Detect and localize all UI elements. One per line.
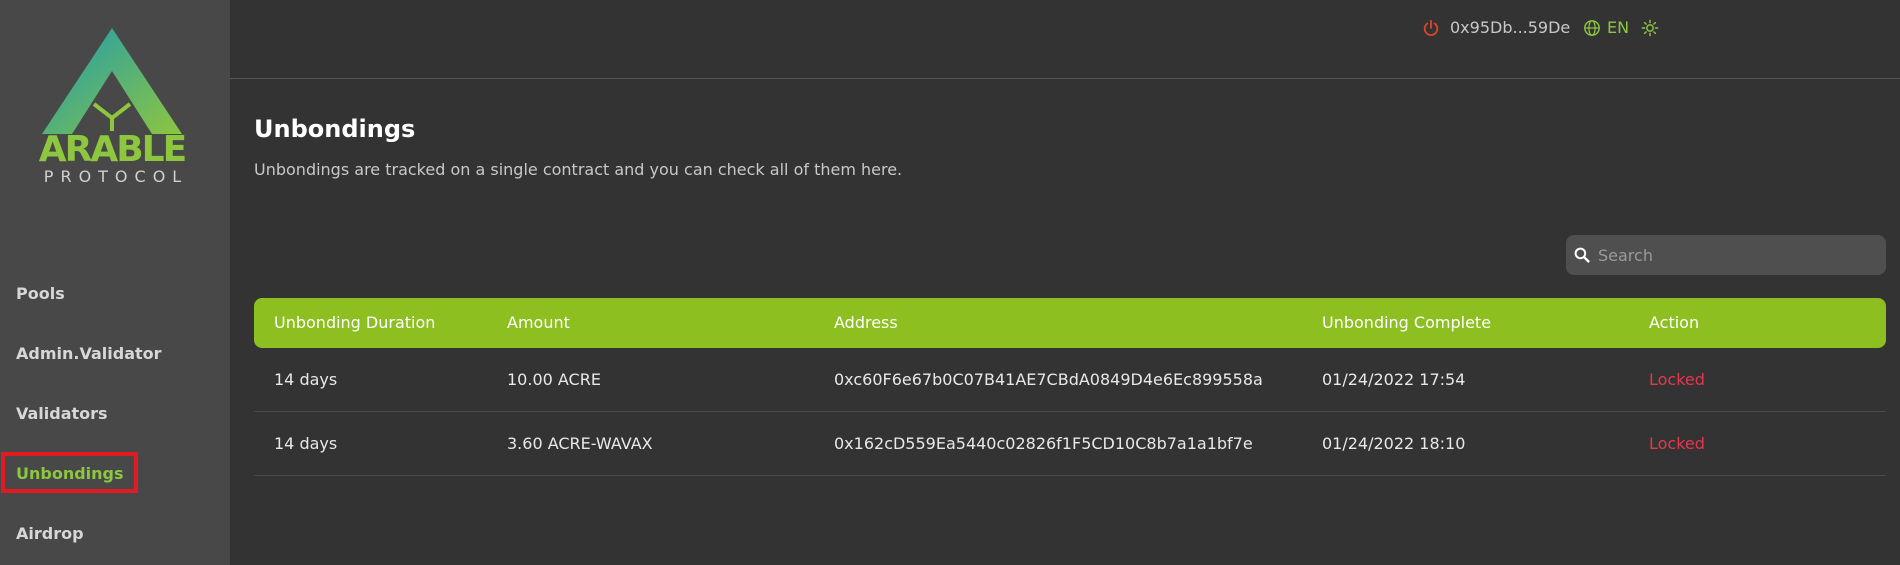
cell-duration: 14 days <box>274 434 338 453</box>
table-header: Unbonding Duration Amount Address Unbond… <box>254 298 1886 348</box>
unbondings-table: Unbonding Duration Amount Address Unbond… <box>254 298 1886 476</box>
language-label: EN <box>1607 18 1630 37</box>
arable-logo[interactable]: ARABLE PROTOCOL <box>32 26 192 186</box>
search-input[interactable] <box>1598 245 1878 265</box>
logo-subtitle: PROTOCOL <box>43 167 189 186</box>
globe-icon <box>1584 19 1600 36</box>
table-row: 14 days 10.00 ACRE 0xc60F6e67b0C07B41AE7… <box>254 348 1886 412</box>
column-header-amount[interactable]: Amount <box>507 313 570 332</box>
sun-icon[interactable] <box>1641 19 1659 37</box>
cell-address: 0x162cD559Ea5440c02826f1F5CD10C8b7a1a1bf… <box>834 434 1253 453</box>
cell-amount: 10.00 ACRE <box>507 370 601 389</box>
column-header-address[interactable]: Address <box>834 313 898 332</box>
column-header-complete[interactable]: Unbonding Complete <box>1322 313 1491 332</box>
wallet-address: 0x95Db...59De <box>1450 18 1571 37</box>
cell-complete: 01/24/2022 18:10 <box>1322 434 1466 453</box>
sidebar-item-pools[interactable]: Pools <box>16 284 65 303</box>
locked-action[interactable]: Locked <box>1649 434 1705 453</box>
sidebar-item-airdrop[interactable]: Airdrop <box>16 524 84 543</box>
search-box[interactable] <box>1566 235 1886 275</box>
sidebar-item-validators[interactable]: Validators <box>16 404 108 423</box>
cell-duration: 14 days <box>274 370 338 389</box>
topbar <box>230 0 1900 79</box>
sidebar-item-admin-validator[interactable]: Admin.Validator <box>16 344 162 363</box>
sidebar: ARABLE PROTOCOL Pools Admin.Validator Va… <box>0 0 230 565</box>
locked-action[interactable]: Locked <box>1649 370 1705 389</box>
search-icon <box>1574 247 1590 263</box>
language-selector[interactable]: EN <box>1583 18 1659 37</box>
power-icon <box>1423 19 1439 36</box>
column-header-action[interactable]: Action <box>1649 313 1699 332</box>
page-description: Unbondings are tracked on a single contr… <box>254 160 903 179</box>
cell-amount: 3.60 ACRE-WAVAX <box>507 434 653 453</box>
table-row: 14 days 3.60 ACRE-WAVAX 0x162cD559Ea5440… <box>254 412 1886 476</box>
column-header-duration[interactable]: Unbonding Duration <box>274 313 435 332</box>
wallet-button[interactable]: 0x95Db...59De <box>1422 18 1570 37</box>
cell-address: 0xc60F6e67b0C07B41AE7CBdA0849D4e6Ec89955… <box>834 370 1263 389</box>
page-title: Unbondings <box>254 115 416 143</box>
arable-logo-icon <box>42 28 182 134</box>
highlight-box <box>1 452 138 493</box>
logo-wordmark: ARABLE <box>38 129 187 170</box>
cell-complete: 01/24/2022 17:54 <box>1322 370 1466 389</box>
